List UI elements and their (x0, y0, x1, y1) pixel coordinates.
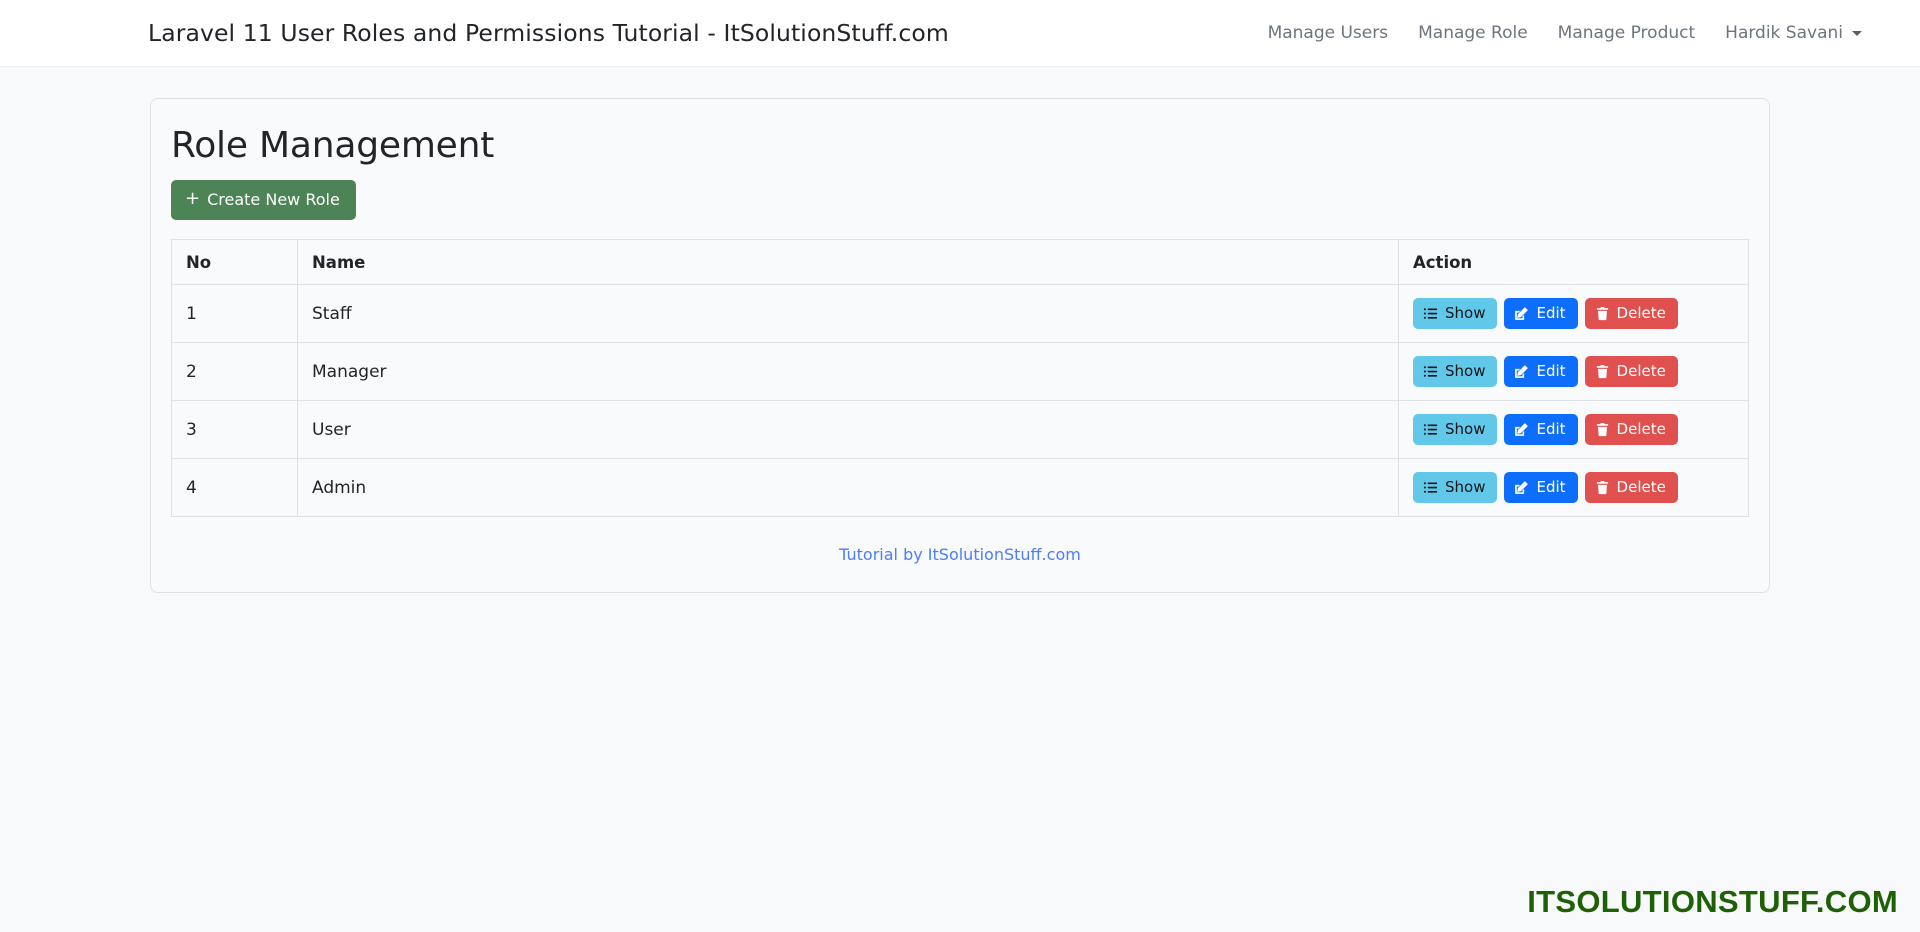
show-button[interactable]: Show (1413, 472, 1498, 503)
list-ul-icon (1423, 364, 1438, 379)
plus-icon: + (185, 188, 201, 209)
roles-table: No Name Action 1 Staff Show Edit Delete … (171, 239, 1749, 517)
pencil-square-icon (1514, 422, 1529, 437)
tutorial-footer: Tutorial by ItSolutionStuff.com (171, 545, 1749, 564)
delete-button[interactable]: Delete (1584, 298, 1678, 329)
site-watermark: ITSOLUTIONSTUFF.COM (1527, 884, 1898, 919)
role-management-card: Role Management + Create New Role No Nam… (150, 98, 1770, 593)
delete-button[interactable]: Delete (1584, 356, 1678, 387)
edit-button-label: Edit (1536, 478, 1566, 496)
show-button[interactable]: Show (1413, 356, 1498, 387)
pencil-square-icon (1514, 480, 1529, 495)
delete-button-label: Delete (1616, 304, 1666, 322)
show-button-label: Show (1445, 362, 1486, 380)
edit-button-label: Edit (1536, 420, 1566, 438)
edit-button[interactable]: Edit (1504, 414, 1578, 445)
table-row: 3 User Show Edit Delete (171, 400, 1749, 459)
roles-table-head: No Name Action (171, 239, 1749, 285)
table-row: 1 Staff Show Edit Delete (171, 284, 1749, 343)
edit-button[interactable]: Edit (1504, 298, 1578, 329)
delete-button[interactable]: Delete (1584, 414, 1678, 445)
table-row: 4 Admin Show Edit Delete (171, 458, 1749, 517)
column-header-no: No (171, 239, 298, 285)
show-button-label: Show (1445, 304, 1486, 322)
tutorial-link[interactable]: Tutorial by ItSolutionStuff.com (839, 545, 1081, 564)
roles-table-body: 1 Staff Show Edit Delete 2 Manager Show … (171, 284, 1749, 517)
cell-no: 3 (171, 400, 298, 459)
cell-no: 2 (171, 342, 298, 401)
row-action-group: Show Edit Delete (1413, 356, 1734, 387)
list-ul-icon (1423, 306, 1438, 321)
delete-button-label: Delete (1616, 478, 1666, 496)
show-button[interactable]: Show (1413, 414, 1498, 445)
delete-button-label: Delete (1616, 362, 1666, 380)
edit-button-label: Edit (1536, 362, 1566, 380)
cell-name: Staff (297, 284, 1399, 343)
cell-name: Manager (297, 342, 1399, 401)
app-root: Laravel 11 User Roles and Permissions Tu… (0, 0, 1920, 932)
card-inner: Role Management + Create New Role No Nam… (171, 125, 1749, 564)
delete-button[interactable]: Delete (1584, 472, 1678, 503)
delete-button-label: Delete (1616, 420, 1666, 438)
cell-name: Admin (297, 458, 1399, 517)
chevron-down-icon (1852, 30, 1862, 36)
show-button[interactable]: Show (1413, 298, 1498, 329)
pencil-square-icon (1514, 364, 1529, 379)
row-action-group: Show Edit Delete (1413, 414, 1734, 445)
nav-link-manage-role[interactable]: Manage Role (1403, 15, 1543, 51)
navbar-right-menu: Manage Users Manage Role Manage Product … (1253, 15, 1874, 51)
cell-action: Show Edit Delete (1398, 458, 1749, 517)
list-ul-icon (1423, 422, 1438, 437)
trash-icon (1595, 422, 1610, 437)
column-header-action: Action (1398, 239, 1749, 285)
trash-icon (1595, 306, 1610, 321)
page-title: Role Management (171, 125, 495, 166)
cell-action: Show Edit Delete (1398, 400, 1749, 459)
cell-no: 1 (171, 284, 298, 343)
table-row: 2 Manager Show Edit Delete (171, 342, 1749, 401)
create-new-role-label: Create New Role (207, 190, 340, 209)
trash-icon (1595, 364, 1610, 379)
list-ul-icon (1423, 480, 1438, 495)
row-action-group: Show Edit Delete (1413, 472, 1734, 503)
trash-icon (1595, 480, 1610, 495)
edit-button-label: Edit (1536, 304, 1566, 322)
user-menu-dropdown[interactable]: Hardik Savani (1710, 15, 1874, 51)
nav-link-manage-product[interactable]: Manage Product (1543, 15, 1710, 51)
create-new-role-button[interactable]: + Create New Role (171, 180, 356, 220)
pencil-square-icon (1514, 306, 1529, 321)
user-menu-label: Hardik Savani (1725, 23, 1843, 43)
top-navbar: Laravel 11 User Roles and Permissions Tu… (0, 0, 1920, 67)
cell-no: 4 (171, 458, 298, 517)
nav-link-manage-users[interactable]: Manage Users (1253, 15, 1404, 51)
show-button-label: Show (1445, 420, 1486, 438)
row-action-group: Show Edit Delete (1413, 298, 1734, 329)
column-header-name: Name (297, 239, 1399, 285)
cell-action: Show Edit Delete (1398, 284, 1749, 343)
edit-button[interactable]: Edit (1504, 472, 1578, 503)
brand-title[interactable]: Laravel 11 User Roles and Permissions Tu… (148, 19, 949, 47)
edit-button[interactable]: Edit (1504, 356, 1578, 387)
show-button-label: Show (1445, 478, 1486, 496)
cell-name: User (297, 400, 1399, 459)
page-body: Role Management + Create New Role No Nam… (0, 67, 1920, 593)
cell-action: Show Edit Delete (1398, 342, 1749, 401)
table-header-row: No Name Action (171, 239, 1749, 285)
